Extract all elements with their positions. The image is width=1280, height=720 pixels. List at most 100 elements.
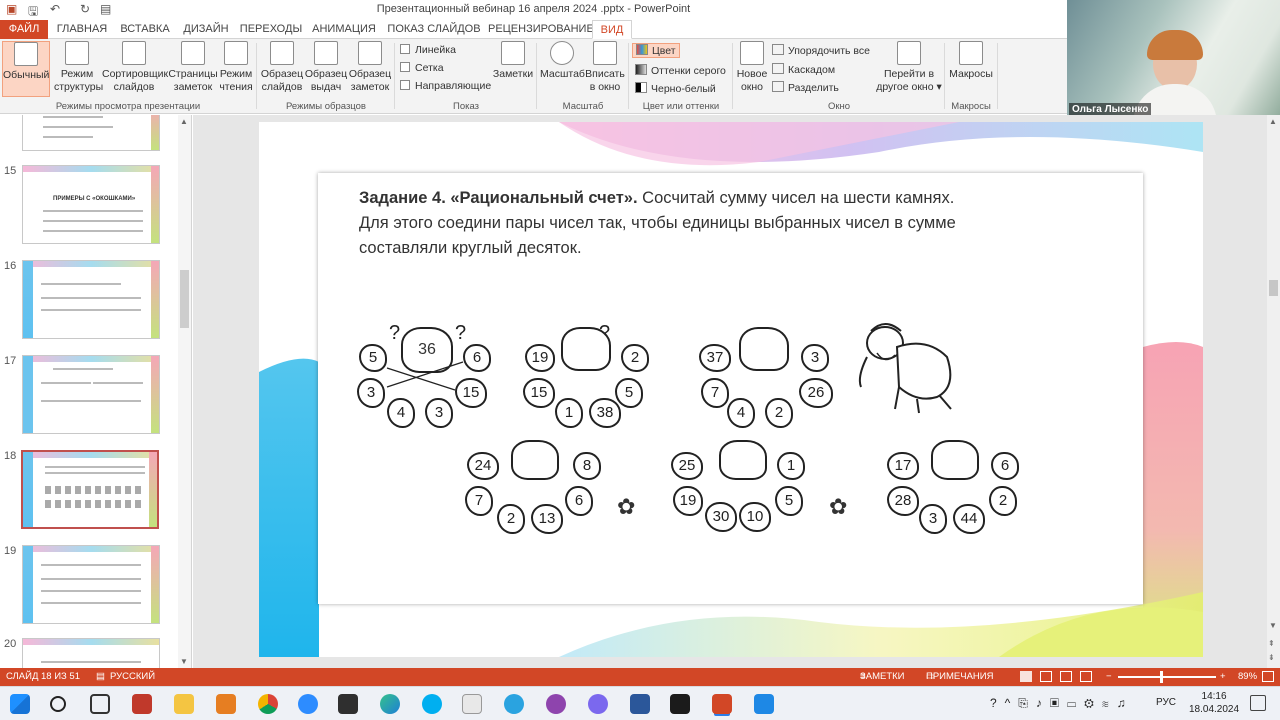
task-view-icon[interactable] — [90, 694, 110, 714]
tab-home[interactable]: ГЛАВНАЯ — [52, 20, 112, 39]
slide-canvas[interactable]: Задание 4. «Рациональный счет». Сосчитай… — [259, 122, 1203, 657]
slide-thumbnail-18[interactable] — [21, 450, 159, 529]
tab-transitions[interactable]: ПЕРЕХОДЫ — [238, 20, 304, 39]
telegram-icon[interactable] — [504, 694, 524, 714]
app-icon[interactable] — [754, 694, 774, 714]
new-window-button[interactable]: Новое окно — [734, 41, 770, 94]
slide-thumbnail-20[interactable] — [22, 638, 160, 668]
fit-to-window-button[interactable]: Вписать в окно — [584, 41, 626, 94]
scroll-down-icon[interactable]: ▼ — [1269, 621, 1277, 630]
app-icon[interactable] — [670, 694, 690, 714]
big-stone — [561, 327, 611, 371]
fit-window-icon — [593, 41, 617, 65]
pdf-app-icon[interactable] — [132, 694, 152, 714]
search-icon[interactable] — [50, 696, 66, 712]
notes-page-icon — [181, 41, 205, 65]
slide-thumbnail-16[interactable] — [22, 260, 160, 339]
scroll-down-icon[interactable]: ▼ — [180, 657, 188, 666]
big-stone — [511, 440, 559, 480]
thumbnails-scrollbar[interactable]: ▲ ▼ — [178, 115, 191, 668]
app-icon[interactable] — [462, 694, 482, 714]
number-stone: 6 — [991, 452, 1019, 480]
grayscale-icon — [635, 64, 647, 75]
number-stone: 5 — [615, 378, 643, 408]
notes-master-button[interactable]: Образец заметок — [348, 41, 392, 94]
app-icon[interactable] — [588, 694, 608, 714]
cascade-button[interactable]: Каскадом — [772, 63, 835, 76]
slide-sorter-button[interactable]: Сортировщик слайдов — [102, 41, 168, 94]
normal-view-status-icon[interactable] — [1020, 671, 1032, 682]
guides-checkbox[interactable]: Направляющие — [400, 80, 491, 92]
handout-master-button[interactable]: Образец выдач — [304, 41, 348, 94]
clock[interactable]: 14:16 18.04.2024 — [1189, 690, 1239, 716]
normal-view-button[interactable]: Обычный — [2, 41, 50, 97]
reading-view-button[interactable]: Режим чтения — [218, 41, 254, 94]
sorter-view-status-icon[interactable] — [1040, 671, 1052, 682]
scroll-up-icon[interactable]: ▲ — [1269, 117, 1277, 126]
file-explorer-icon[interactable] — [174, 694, 194, 714]
zoom-out-icon[interactable]: − — [1106, 668, 1112, 686]
chrome-icon[interactable] — [258, 694, 278, 714]
clock-time: 14:16 — [1201, 691, 1227, 702]
slideshow-status-icon[interactable] — [1080, 671, 1092, 682]
system-tray-icons[interactable]: ?^⎘♪▣▭⚙≋♫ — [990, 696, 1134, 711]
canvas-scrollbar[interactable]: ▲ ▼ ⇞ ⇟ — [1267, 115, 1280, 668]
ruler-checkbox[interactable]: Линейка — [400, 44, 456, 56]
slide-thumbnail-title: ПРИМЕРЫ С «ОКОШКАМИ» — [53, 196, 136, 202]
zoom-button[interactable]: Масштаб — [540, 41, 585, 81]
tab-review[interactable]: РЕЦЕНЗИРОВАНИЕ — [488, 20, 594, 39]
scrollbar-thumb[interactable] — [1269, 280, 1278, 296]
input-language[interactable]: РУС — [1156, 697, 1176, 708]
tab-design[interactable]: ДИЗАЙН — [178, 20, 234, 39]
word-icon[interactable] — [630, 694, 650, 714]
tab-file[interactable]: ФАЙЛ — [0, 20, 48, 39]
notifications-icon[interactable] — [1250, 695, 1266, 711]
split-button[interactable]: Разделить — [772, 81, 839, 94]
notes-button[interactable]: Заметки — [492, 41, 534, 81]
tab-animation[interactable]: АНИМАЦИЯ — [308, 20, 380, 39]
slide-thumbnail-17[interactable] — [22, 355, 160, 434]
grid-checkbox[interactable]: Сетка — [400, 62, 444, 74]
app-icon[interactable] — [338, 694, 358, 714]
zoom-app-icon[interactable] — [298, 694, 318, 714]
grayscale-button[interactable]: Оттенки серого — [635, 64, 726, 77]
next-slide-icon[interactable]: ⇟ — [1268, 653, 1275, 662]
app-icon[interactable] — [216, 694, 236, 714]
slide-thumbnail-15[interactable]: ПРИМЕРЫ С «ОКОШКАМИ» — [22, 165, 160, 244]
edge-icon[interactable] — [380, 694, 400, 714]
windows-start-icon[interactable] — [10, 694, 30, 714]
tab-slideshow[interactable]: ПОКАЗ СЛАЙДОВ — [386, 20, 482, 39]
zoom-slider-thumb[interactable] — [1160, 671, 1163, 683]
zoom-level[interactable]: 89% — [1238, 668, 1257, 686]
zoom-in-icon[interactable]: + — [1220, 668, 1226, 686]
number-stone: 28 — [887, 486, 919, 516]
group-separator — [536, 43, 537, 109]
switch-window-button[interactable]: Перейти в другое окно ▾ — [876, 41, 942, 94]
zoom-slider[interactable] — [1118, 671, 1216, 683]
fit-slide-icon[interactable] — [1262, 671, 1274, 682]
reading-view-status-icon[interactable] — [1060, 671, 1072, 682]
skype-icon[interactable] — [422, 694, 442, 714]
black-white-button[interactable]: Черно-белый — [635, 82, 716, 95]
scroll-up-icon[interactable]: ▲ — [180, 117, 188, 126]
color-button[interactable]: Цвет — [632, 43, 680, 58]
slide-thumbnail-14[interactable] — [22, 115, 160, 151]
outline-view-button[interactable]: Режим структуры — [54, 41, 103, 94]
previous-slide-icon[interactable]: ⇞ — [1268, 639, 1275, 648]
notes-icon — [501, 41, 525, 65]
scrollbar-thumb[interactable] — [180, 270, 189, 328]
language-indicator[interactable]: РУССКИЙ — [110, 668, 155, 686]
slide-thumbnail-19[interactable] — [22, 545, 160, 624]
notes-page-button[interactable]: Страницы заметок — [168, 41, 218, 94]
arrange-all-button[interactable]: Упорядочить все — [772, 44, 870, 57]
number-stone: 3 — [919, 504, 947, 534]
window-group-label: Окно — [827, 101, 851, 112]
spellcheck-icon[interactable]: ▤ — [96, 668, 105, 686]
powerpoint-icon[interactable] — [712, 694, 732, 714]
tab-insert[interactable]: ВСТАВКА — [116, 20, 174, 39]
slide-number: 20 — [4, 638, 17, 650]
tab-view[interactable]: ВИД — [592, 20, 632, 39]
app-icon[interactable] — [546, 694, 566, 714]
macros-button[interactable]: Макросы — [948, 41, 994, 81]
slide-master-button[interactable]: Образец слайдов — [260, 41, 304, 94]
